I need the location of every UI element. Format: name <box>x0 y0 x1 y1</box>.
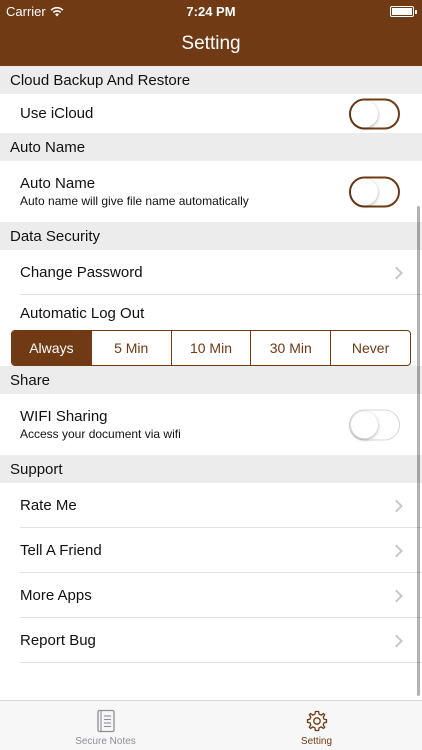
wifi-sharing-label: WIFI Sharing <box>20 408 108 425</box>
support-item-rate-me[interactable]: Rate Me <box>0 483 422 528</box>
support-item-label: Tell A Friend <box>20 542 102 559</box>
logout-option-5-min[interactable]: 5 Min <box>90 331 171 365</box>
section-header-cloud: Cloud Backup And Restore <box>0 66 422 94</box>
chevron-right-icon <box>390 499 403 512</box>
auto-name-toggle[interactable] <box>349 176 400 207</box>
section-header-data-security: Data Security <box>0 222 422 250</box>
support-item-label: Report Bug <box>20 632 96 649</box>
page-title: Setting <box>181 33 241 54</box>
tab-bar: Secure Notes Setting <box>0 700 422 750</box>
use-icloud-toggle[interactable] <box>349 98 400 129</box>
auto-logout-control-row: Always 5 Min 10 Min 30 Min Never <box>0 326 422 366</box>
notebook-icon <box>96 709 115 733</box>
chevron-right-icon <box>390 544 403 557</box>
tab-label: Setting <box>300 736 333 747</box>
scroll-indicator[interactable] <box>417 206 420 696</box>
support-item-tell-a-friend[interactable]: Tell A Friend <box>0 528 422 573</box>
support-item-more-apps[interactable]: More Apps <box>0 573 422 618</box>
auto-logout-label: Automatic Log Out <box>20 305 145 322</box>
chevron-right-icon <box>390 266 403 279</box>
wifi-sharing-toggle[interactable] <box>349 409 400 440</box>
status-bar: Carrier 7:24 PM <box>0 0 422 22</box>
wifi-sharing-subtitle: Access your document via wifi <box>20 427 181 441</box>
battery-icon <box>390 6 417 17</box>
change-password-row[interactable]: Change Password <box>0 250 422 295</box>
tab-label: Secure Notes <box>75 736 136 747</box>
auto-name-label: Auto Name <box>20 175 96 192</box>
section-header-share: Share <box>0 366 422 394</box>
tab-setting[interactable]: Setting <box>211 701 422 750</box>
tab-secure-notes[interactable]: Secure Notes <box>0 701 211 750</box>
logout-option-never[interactable]: Never <box>330 331 410 365</box>
status-time: 7:24 PM <box>186 4 236 19</box>
logout-option-always[interactable]: Always <box>12 331 91 365</box>
logout-option-10-min[interactable]: 10 Min <box>170 331 251 365</box>
change-password-label: Change Password <box>20 264 143 281</box>
auto-name-subtitle: Auto name will give file name automatica… <box>20 194 249 208</box>
gear-icon <box>306 710 327 732</box>
nav-bar: Setting <box>0 22 422 66</box>
section-header-auto-name: Auto Name <box>0 133 422 161</box>
use-icloud-row: Use iCloud <box>0 94 422 133</box>
chevron-right-icon <box>390 634 403 647</box>
support-item-label: Rate Me <box>20 497 77 514</box>
support-item-report-bug[interactable]: Report Bug <box>0 618 422 663</box>
auto-logout-label-row: Automatic Log Out <box>0 295 422 326</box>
chevron-right-icon <box>390 589 403 602</box>
auto-logout-segmented-control: Always 5 Min 10 Min 30 Min Never <box>11 330 411 366</box>
use-icloud-label: Use iCloud <box>20 105 94 122</box>
settings-list: Cloud Backup And Restore Use iCloud Auto… <box>0 66 422 700</box>
wifi-sharing-row: WIFI Sharing Access your document via wi… <box>0 394 422 455</box>
support-item-label: More Apps <box>20 587 92 604</box>
section-header-support: Support <box>0 455 422 483</box>
auto-name-row: Auto Name Auto name will give file name … <box>0 161 422 222</box>
logout-option-30-min[interactable]: 30 Min <box>250 331 330 365</box>
